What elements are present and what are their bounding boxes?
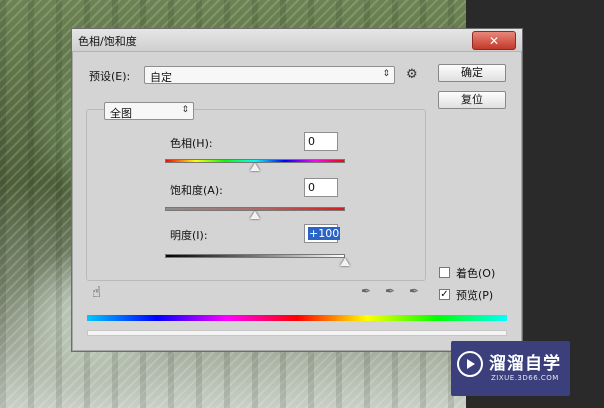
close-icon: ✕ [488, 33, 500, 48]
lightness-slider[interactable] [165, 254, 345, 258]
lightness-slider-thumb[interactable] [340, 258, 350, 266]
lightness-value: +100 [308, 227, 341, 240]
watermark-title: 溜溜自学 [489, 354, 561, 374]
play-logo-icon [457, 351, 483, 377]
preview-label: 预览(P) [456, 289, 494, 302]
channel-value: 全图 [110, 107, 132, 120]
hue-slider-thumb[interactable] [250, 163, 260, 171]
chevron-updown-icon: ⇕ [181, 105, 189, 115]
ok-button[interactable]: 确定 [438, 64, 506, 82]
saturation-slider-thumb[interactable] [250, 211, 260, 219]
hue-input[interactable]: 0 [304, 132, 338, 151]
preset-value: 自定 [150, 71, 172, 84]
watermark-badge: 溜溜自学 ZIXUE.3D66.COM [451, 341, 570, 396]
hand-adjust-icon[interactable]: ☝ [92, 283, 101, 301]
reset-button[interactable]: 复位 [438, 91, 506, 109]
eyedropper-plus-icon[interactable]: ✒ [385, 284, 395, 298]
color-spectrum-bar-bottom [87, 330, 507, 336]
dialog-title: 色相/饱和度 [78, 35, 137, 48]
saturation-label: 饱和度(A): [170, 184, 223, 197]
colorize-label: 着色(O) [456, 267, 496, 280]
preset-label: 预设(E): [89, 70, 131, 83]
close-button[interactable]: ✕ [472, 31, 516, 50]
watermark-subtitle: ZIXUE.3D66.COM [491, 374, 559, 382]
colorize-checkbox[interactable] [439, 267, 450, 278]
checkmark-icon: ✓ [440, 289, 449, 300]
saturation-input[interactable]: 0 [304, 178, 338, 197]
preview-checkbox[interactable]: ✓ [439, 289, 450, 300]
gear-icon[interactable]: ⚙ [406, 67, 418, 82]
hue-label: 色相(H): [170, 137, 213, 150]
hue-saturation-dialog: 色相/饱和度 ✕ 预设(E): 自定 ⇕ ⚙ 确定 复位 全图 ⇕ 色相(H):… [71, 28, 523, 352]
dialog-titlebar: 色相/饱和度 ✕ [72, 29, 522, 52]
eyedropper-minus-icon[interactable]: ✒ [409, 284, 419, 298]
eyedropper-icon[interactable]: ✒ [361, 284, 371, 298]
lightness-label: 明度(I): [170, 229, 208, 242]
color-spectrum-bar-top [87, 315, 507, 321]
preset-select[interactable]: 自定 ⇕ [144, 66, 395, 84]
chevron-updown-icon: ⇕ [382, 69, 390, 79]
lightness-input[interactable]: +100 [304, 224, 341, 243]
channel-select[interactable]: 全图 ⇕ [104, 102, 194, 120]
